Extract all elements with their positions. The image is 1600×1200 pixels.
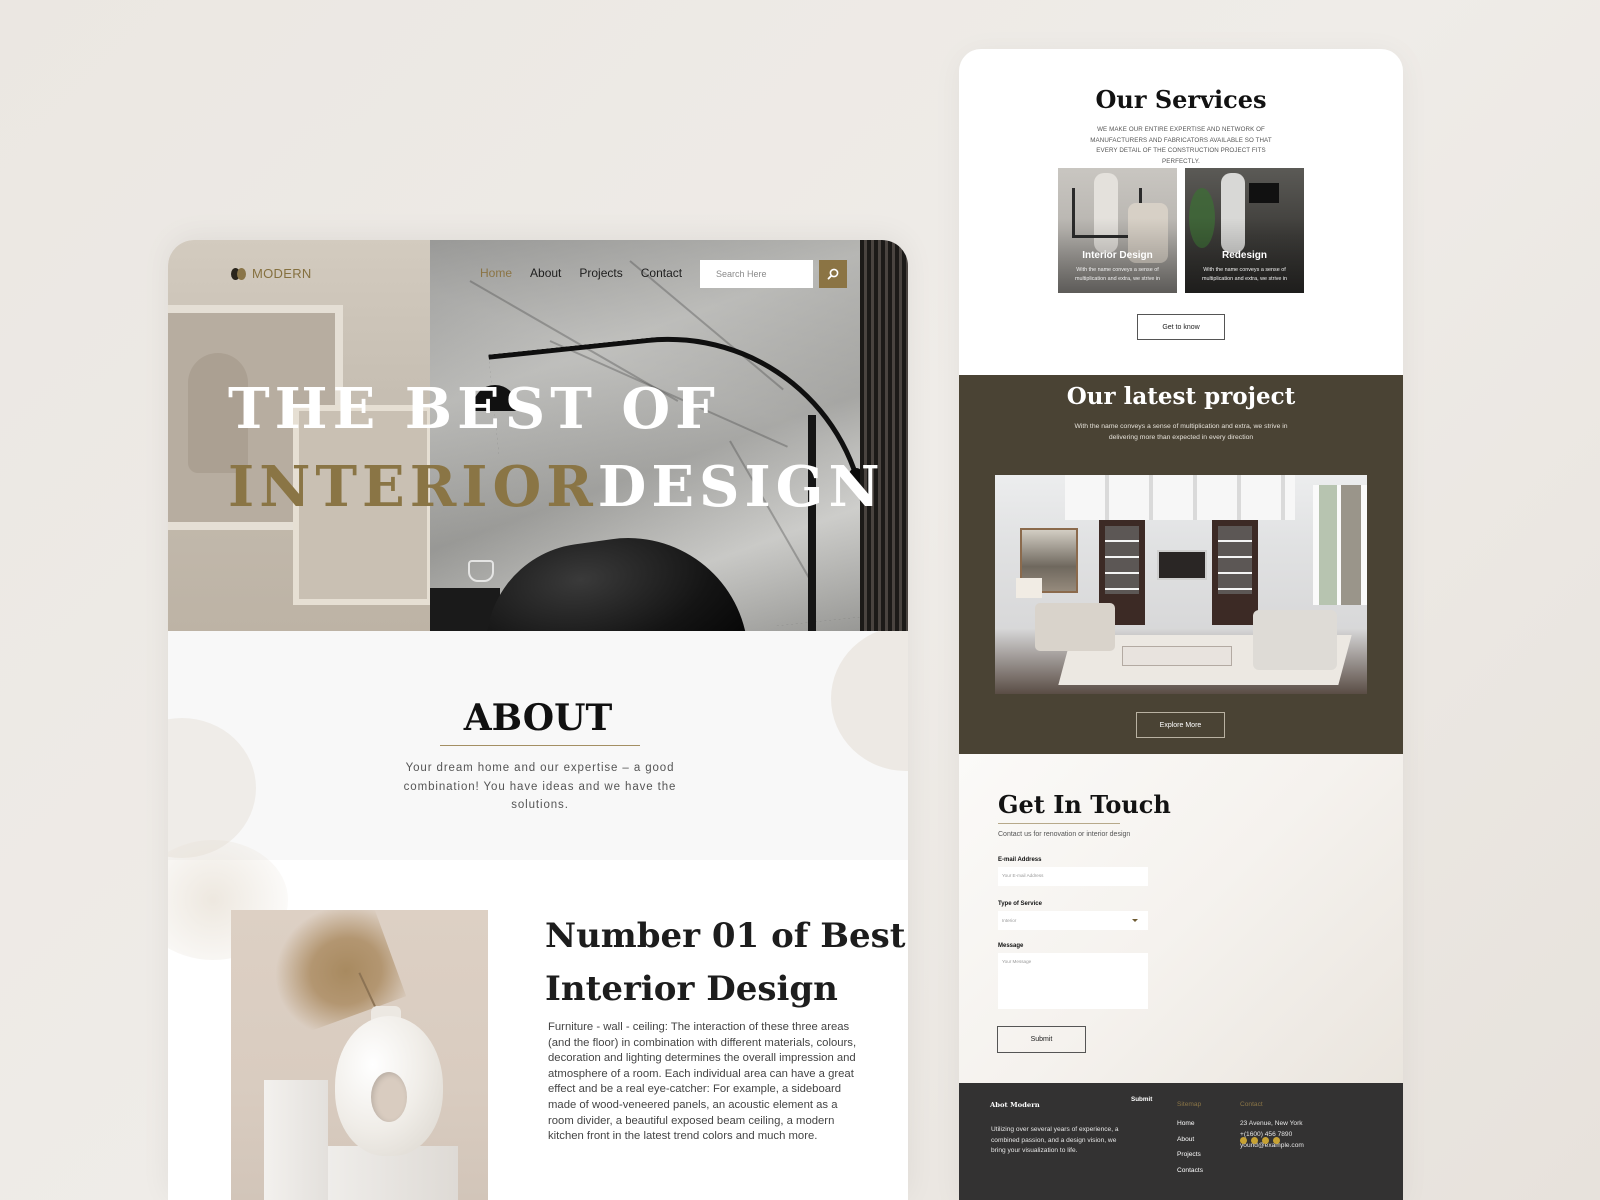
message-field[interactable]: Your Message	[998, 953, 1148, 1009]
about-text: Your dream home and our expertise – a go…	[403, 762, 677, 811]
coffered-ceiling	[1065, 475, 1295, 520]
sofa	[1035, 603, 1115, 651]
armchair	[1253, 610, 1337, 670]
service-card-text: With the name conveys a sense of multipl…	[1201, 267, 1288, 282]
search-button[interactable]	[819, 260, 847, 288]
social-icon[interactable]	[1273, 1137, 1280, 1144]
table-lamp	[1016, 578, 1042, 598]
bench	[1122, 646, 1232, 666]
contact-divider	[998, 823, 1120, 824]
window	[1313, 485, 1367, 605]
social-icons	[1240, 1137, 1280, 1144]
marble-block	[264, 1080, 328, 1200]
footer-sitemap: Home About Projects Contacts	[1177, 1120, 1203, 1174]
contact-subtitle: Contact us for renovation or interior de…	[998, 831, 1131, 838]
feature-section: Number 01 of Best Interior Design Furnit…	[168, 840, 908, 1200]
services-title: Our Services	[1095, 85, 1267, 114]
search-icon	[827, 268, 839, 280]
service-type-select[interactable]: Interior	[998, 911, 1148, 930]
contact-title: Get In Touch	[998, 790, 1171, 819]
footer-contact: 23 Avenue, New York +(1600) 456 7890 you…	[1240, 1120, 1304, 1150]
latest-project-section: Our latest project With the name conveys…	[959, 375, 1403, 754]
social-icon[interactable]	[1240, 1137, 1247, 1144]
chevron-down-icon	[1132, 919, 1138, 922]
hero-title-line2: INTERIORDESIGN	[228, 448, 885, 526]
bookshelf	[1212, 520, 1258, 625]
explore-more-button[interactable]: Explore More	[1136, 712, 1225, 738]
footer-link-projects[interactable]: Projects	[1177, 1151, 1203, 1158]
footer-about-text: Utilizing over several years of experien…	[991, 1126, 1119, 1155]
footer-submit-link[interactable]: Submit	[1131, 1096, 1152, 1103]
submit-button[interactable]: Submit	[997, 1026, 1086, 1053]
hero-title-line1: THE BEST OF	[228, 376, 720, 442]
nav-link-contact[interactable]: Contact	[641, 266, 682, 280]
about-section: ABOUT Your dream home and our expertise …	[168, 631, 908, 860]
footer-link-about[interactable]: About	[1177, 1136, 1203, 1143]
decor-circle	[168, 718, 256, 858]
service-card-title: Redesign	[1221, 250, 1267, 261]
vase-hole	[371, 1072, 407, 1122]
services-subtitle: WE MAKE OUR ENTIRE EXPERTISE AND NETWORK…	[1090, 126, 1272, 165]
landing-page-mockup: MODERN Home About Projects Contact Searc…	[168, 240, 908, 1200]
get-to-know-button[interactable]: Get to know	[1137, 314, 1225, 340]
service-card-text: With the name conveys a sense of multipl…	[1074, 267, 1161, 282]
footer-link-home[interactable]: Home	[1177, 1120, 1203, 1127]
hero-title-white: DESIGN	[597, 454, 885, 520]
service-type-label: Type of Service	[998, 901, 1042, 907]
about-title: ABOUT	[463, 697, 613, 739]
logo-text: MODERN	[252, 266, 312, 281]
email-label: E-mail Address	[998, 857, 1042, 863]
feature-text: Furniture - wall - ceiling: The interact…	[548, 1021, 857, 1143]
glass	[468, 560, 494, 582]
social-icon[interactable]	[1262, 1137, 1269, 1144]
footer-address: 23 Avenue, New York	[1240, 1120, 1303, 1127]
service-card-interior-design[interactable]: Interior Design With the name conveys a …	[1058, 168, 1177, 293]
feature-title-line1: Number 01 of Best	[545, 916, 906, 956]
hero-title: THE BEST OF INTERIORDESIGN	[228, 370, 885, 526]
footer-contact-title: Contact	[1240, 1101, 1263, 1108]
service-type-value: Interior	[1002, 918, 1017, 923]
about-divider	[440, 745, 640, 746]
footer-link-contacts[interactable]: Contacts	[1177, 1167, 1203, 1174]
logo[interactable]: MODERN	[231, 266, 312, 281]
hero-title-gold: INTERIOR	[228, 454, 598, 520]
footer-sitemap-title: Sitemap	[1177, 1101, 1202, 1108]
footer: Abot Modern Utilizing over several years…	[959, 1083, 1403, 1200]
project-image	[995, 475, 1367, 694]
nav-links: Home About Projects Contact	[480, 266, 682, 280]
nav-link-home[interactable]: Home	[480, 266, 512, 280]
services-page-mockup: Our Services WE MAKE OUR ENTIRE EXPERTIS…	[959, 49, 1403, 1200]
tv	[1157, 550, 1207, 580]
footer-about-title: Abot Modern	[990, 1101, 1040, 1109]
project-subtitle: With the name conveys a sense of multipl…	[1074, 423, 1288, 441]
project-title: Our latest project	[1066, 383, 1296, 410]
hero-section: MODERN Home About Projects Contact Searc…	[168, 240, 908, 631]
feature-title-line2: Interior Design	[545, 969, 838, 1009]
nav-link-about[interactable]: About	[530, 266, 561, 280]
vase-image	[231, 910, 488, 1200]
search-input[interactable]: Search Here	[700, 260, 813, 288]
service-card-redesign[interactable]: Redesign With the name conveys a sense o…	[1185, 168, 1304, 293]
nav-link-projects[interactable]: Projects	[579, 266, 622, 280]
service-card-title: Interior Design	[1082, 250, 1153, 261]
top-nav: MODERN Home About Projects Contact Searc…	[168, 240, 908, 310]
message-label: Message	[998, 943, 1024, 949]
feature-title: Number 01 of Best Interior Design	[545, 910, 905, 1016]
contact-section: Get In Touch Contact us for renovation o…	[959, 754, 1403, 1084]
email-field[interactable]: Your E-mail Address	[998, 867, 1148, 886]
social-icon[interactable]	[1251, 1137, 1258, 1144]
logo-icon	[231, 267, 246, 280]
